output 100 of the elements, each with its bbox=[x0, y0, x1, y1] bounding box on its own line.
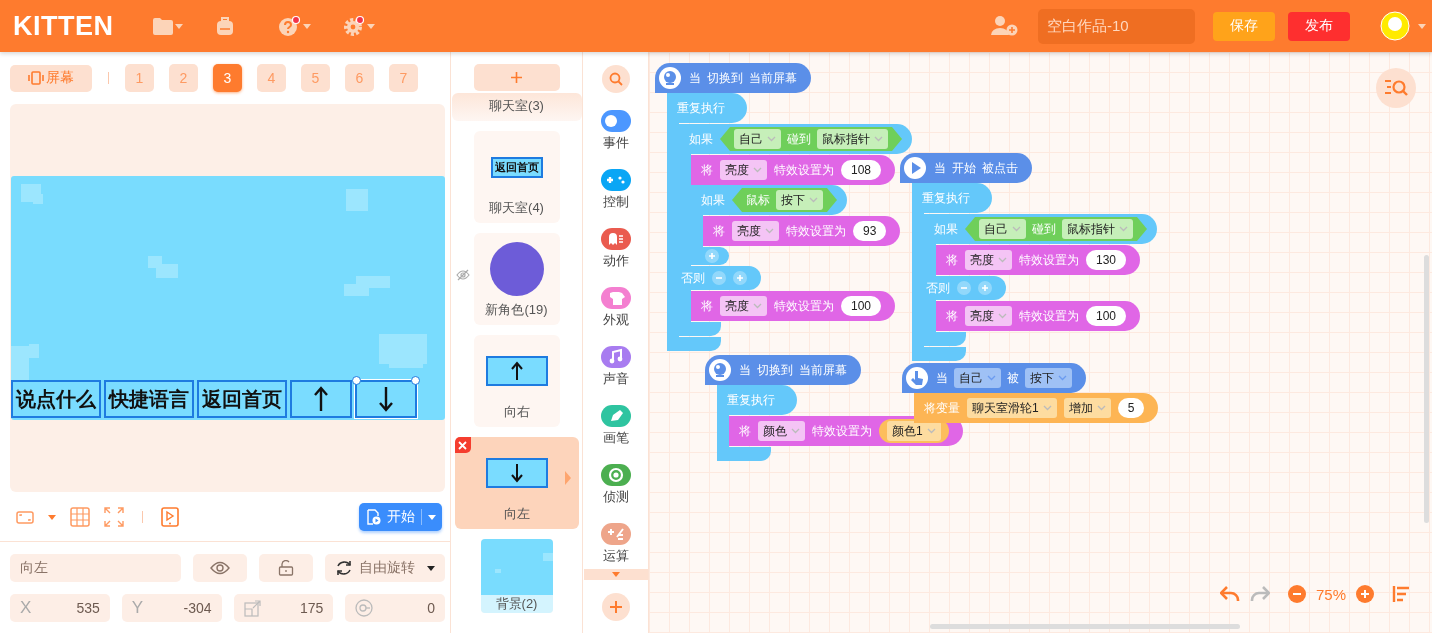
if-block[interactable]: 如果 自己 碰到 鼠标指针 bbox=[679, 124, 912, 154]
close-button[interactable] bbox=[454, 437, 471, 453]
event-hat-block[interactable]: 当 自己 被 按下 bbox=[902, 363, 1086, 393]
sprite-item[interactable]: 聊天室(3) bbox=[451, 93, 582, 121]
set-effect-block[interactable]: 将 亮度 特效设置为 93 bbox=[703, 216, 901, 246]
block-dropdown[interactable]: 自己 bbox=[954, 368, 1001, 388]
code-canvas[interactable] bbox=[649, 52, 1432, 633]
block-dropdown[interactable]: 亮度 bbox=[720, 296, 767, 316]
set-effect-block[interactable]: 将 亮度 特效设置为 100 bbox=[936, 301, 1141, 331]
minus-icon[interactable] bbox=[712, 271, 726, 285]
condition-block[interactable]: 自己 碰到 鼠标指针 bbox=[720, 127, 902, 151]
block-dropdown[interactable]: 亮度 bbox=[720, 160, 767, 180]
block-dropdown[interactable]: 按下 bbox=[1025, 368, 1072, 388]
block-dropdown[interactable]: 亮度 bbox=[732, 221, 779, 241]
scroll-down-button[interactable] bbox=[584, 569, 648, 580]
scrollbar[interactable] bbox=[930, 624, 1240, 629]
set-effect-block[interactable]: 将 亮度 特效设置为 100 bbox=[691, 291, 896, 321]
scrollbar[interactable] bbox=[1424, 255, 1429, 523]
if-block[interactable]: 如果 自己 碰到 鼠标指针 bbox=[924, 214, 1157, 244]
caret-right-icon[interactable] bbox=[564, 471, 571, 485]
block-search-button[interactable] bbox=[1376, 68, 1416, 108]
hidden-eye-icon[interactable] bbox=[455, 269, 470, 281]
block-dropdown[interactable]: 增加 bbox=[1063, 398, 1111, 418]
backdrop-item[interactable]: 背景(2) bbox=[480, 539, 553, 613]
if-block[interactable]: 如果 鼠标 按下 bbox=[691, 185, 847, 215]
visibility-button[interactable] bbox=[193, 554, 247, 582]
stage-sprite[interactable] bbox=[290, 380, 352, 418]
set-effect-block[interactable]: 将 颜色 特效设置为 颜色1 bbox=[729, 416, 963, 446]
lock-button[interactable] bbox=[259, 554, 313, 582]
stage-sprite[interactable]: 返回首页 bbox=[197, 380, 287, 418]
block-dropdown[interactable]: 自己 bbox=[734, 129, 781, 149]
y-field[interactable]: Y -304 bbox=[121, 594, 222, 622]
size-field[interactable]: 175 bbox=[233, 594, 334, 622]
category-item[interactable]: 声音 bbox=[600, 346, 631, 388]
direction-field[interactable]: 0 bbox=[345, 594, 445, 622]
category-item[interactable]: 动作 bbox=[600, 228, 631, 270]
avatar[interactable] bbox=[1380, 11, 1410, 41]
search-button[interactable] bbox=[601, 65, 630, 93]
publish-button[interactable]: 发布 bbox=[1288, 11, 1350, 41]
condition-block[interactable]: 鼠标 按下 bbox=[732, 188, 837, 212]
chevron-down-icon bbox=[998, 257, 1007, 263]
rotation-dropdown[interactable]: 自由旋转 bbox=[325, 554, 445, 582]
sprite-item[interactable]: 返回首页 聊天室(4) bbox=[473, 131, 560, 223]
category-item[interactable]: 外观 bbox=[600, 287, 631, 329]
sprite-item[interactable]: 向右 bbox=[473, 335, 560, 427]
number-input[interactable]: 5 bbox=[1117, 398, 1145, 418]
number-input[interactable]: 100 bbox=[1086, 306, 1127, 326]
set-effect-block[interactable]: 将 亮度 特效设置为 108 bbox=[691, 155, 896, 185]
sprite-item[interactable]: 向左 bbox=[454, 437, 579, 529]
settings-menu[interactable] bbox=[343, 15, 375, 37]
category-item[interactable]: 事件 bbox=[600, 110, 631, 152]
redo-icon[interactable] bbox=[1249, 586, 1270, 602]
plus-icon[interactable] bbox=[733, 271, 747, 285]
help-menu[interactable] bbox=[279, 15, 311, 37]
block-dropdown[interactable]: 鼠标指针 bbox=[817, 129, 888, 149]
category-item[interactable]: 侦测 bbox=[600, 464, 631, 506]
stage-sprite[interactable]: 快捷语言 bbox=[104, 380, 194, 418]
number-input[interactable]: 100 bbox=[841, 296, 882, 316]
zoom-out-icon[interactable] bbox=[1287, 585, 1306, 603]
fullscreen-icon[interactable] bbox=[104, 507, 124, 527]
number-input[interactable]: 108 bbox=[841, 160, 882, 180]
add-sprite-button[interactable] bbox=[473, 64, 560, 91]
block-dropdown[interactable]: 按下 bbox=[776, 190, 823, 210]
add-user-icon[interactable] bbox=[991, 16, 1018, 36]
sprite-name: 向左 bbox=[503, 505, 530, 523]
minus-icon[interactable] bbox=[957, 281, 971, 295]
block-label: 开始 bbox=[952, 159, 976, 177]
align-icon[interactable] bbox=[1392, 586, 1410, 602]
zoom-in-icon[interactable] bbox=[1356, 585, 1374, 603]
chevron-down-icon bbox=[809, 197, 818, 203]
undo-icon[interactable] bbox=[1219, 586, 1240, 602]
plus-icon[interactable] bbox=[978, 281, 992, 295]
block-dropdown[interactable]: 聊天室滑轮1 bbox=[967, 398, 1057, 418]
add-extension-button[interactable] bbox=[601, 593, 630, 621]
condition-block[interactable]: 自己 碰到 鼠标指针 bbox=[965, 217, 1147, 241]
play-icon[interactable] bbox=[161, 507, 179, 527]
category-item[interactable]: 控制 bbox=[600, 169, 631, 211]
sprite-name-field[interactable]: 向左 bbox=[10, 554, 181, 582]
stage-size-icon[interactable] bbox=[16, 510, 34, 524]
block-dropdown[interactable]: 亮度 bbox=[965, 306, 1012, 326]
block-dropdown[interactable]: 自己 bbox=[979, 219, 1026, 239]
number-input[interactable]: 93 bbox=[853, 221, 887, 241]
arrow-down-icon bbox=[510, 463, 523, 483]
file-menu[interactable] bbox=[153, 17, 183, 35]
block-label: 特效设置为 bbox=[786, 222, 846, 240]
stage-sprite[interactable]: 说点什么 bbox=[11, 380, 101, 418]
number-input[interactable]: 130 bbox=[1086, 250, 1127, 270]
variable-reporter[interactable]: 颜色1 bbox=[879, 419, 949, 443]
set-effect-block[interactable]: 将 亮度 特效设置为 130 bbox=[936, 245, 1141, 275]
category-item[interactable]: 画笔 bbox=[600, 405, 631, 447]
change-variable-block[interactable]: 将变量 聊天室滑轮1 增加 5 bbox=[914, 393, 1159, 423]
block-dropdown[interactable]: 颜色1 bbox=[887, 421, 941, 441]
block-dropdown[interactable]: 亮度 bbox=[965, 250, 1012, 270]
grid-icon[interactable] bbox=[70, 507, 90, 527]
x-field[interactable]: X 535 bbox=[10, 594, 110, 622]
backpack-icon[interactable] bbox=[215, 16, 235, 36]
category-item[interactable]: 运算 bbox=[600, 523, 631, 565]
block-dropdown[interactable]: 鼠标指针 bbox=[1062, 219, 1133, 239]
plus-icon[interactable] bbox=[705, 249, 719, 263]
block-dropdown[interactable]: 颜色 bbox=[758, 421, 805, 441]
